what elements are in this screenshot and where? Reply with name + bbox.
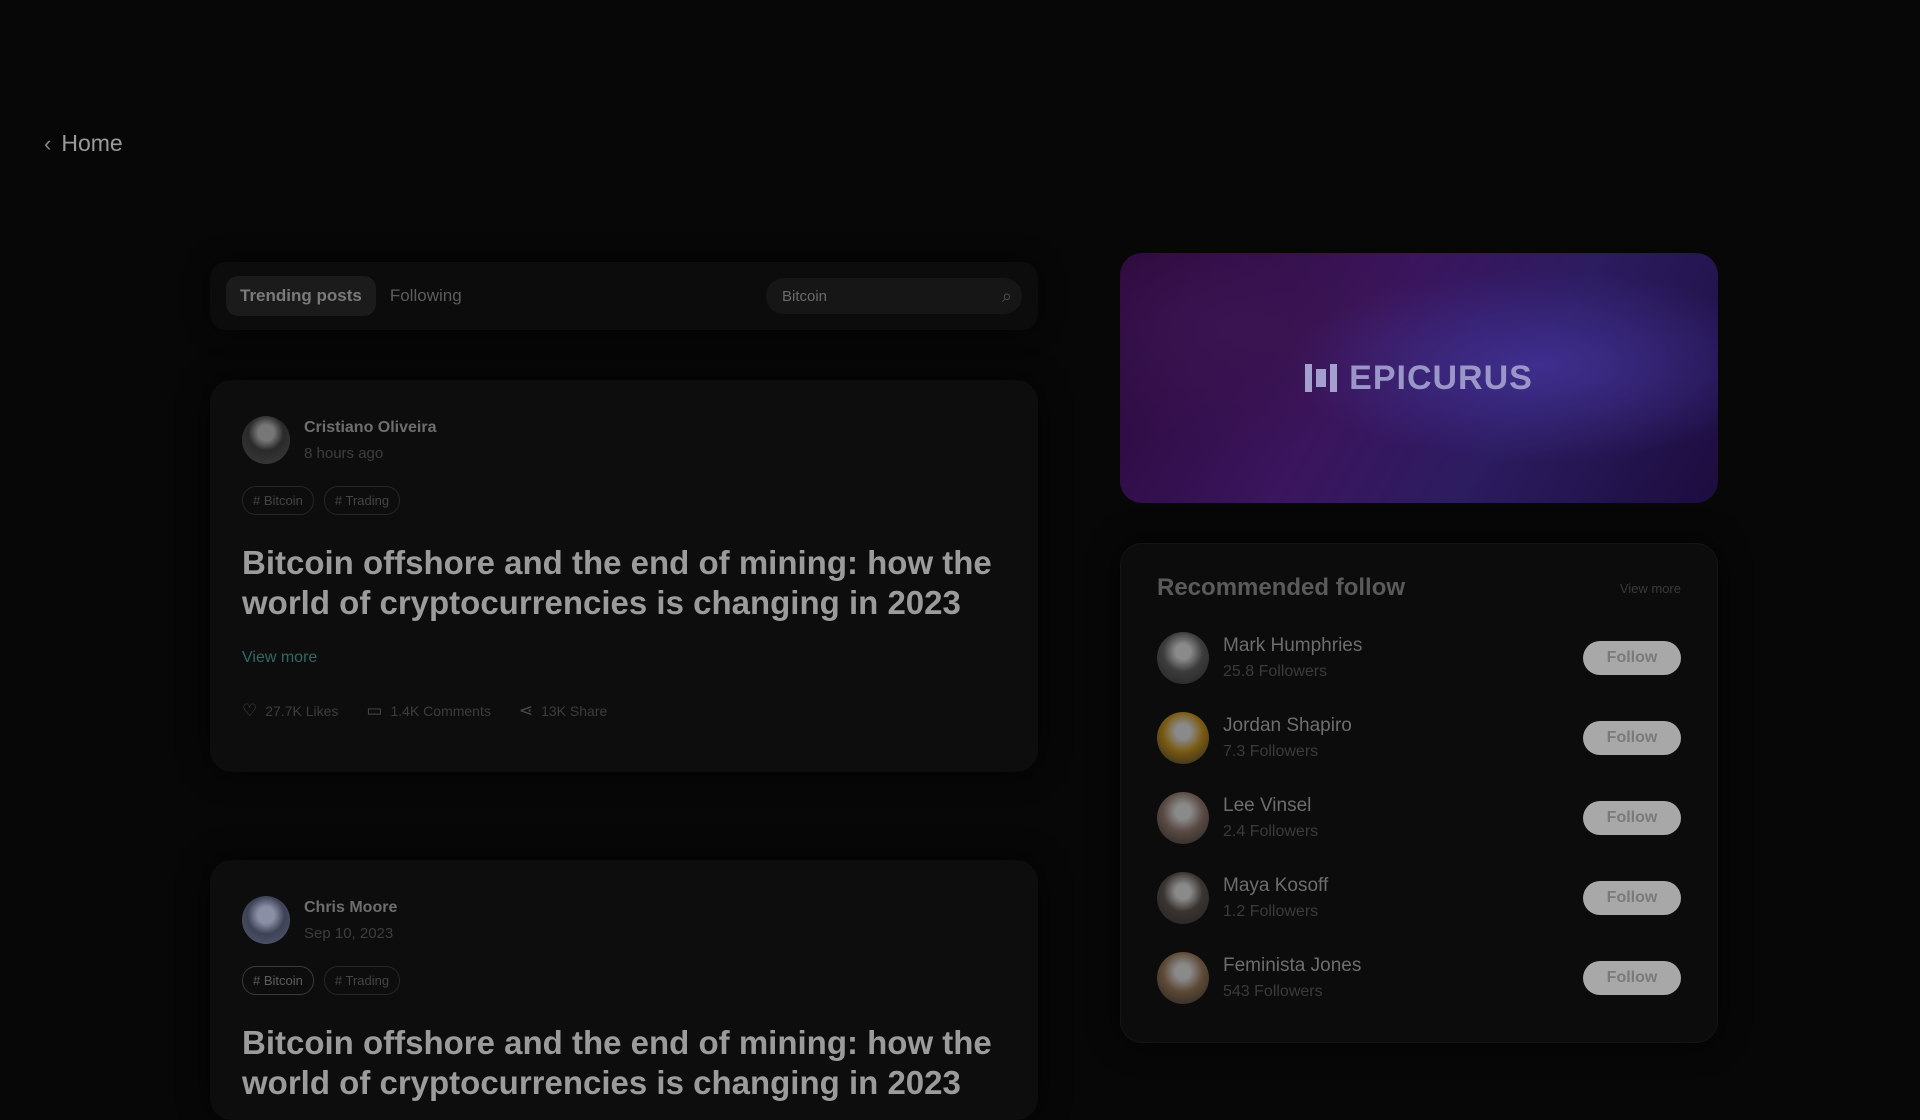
follower-count: 7.3 Followers <box>1223 743 1319 760</box>
tag-bitcoin[interactable]: # Bitcoin <box>242 966 314 995</box>
post-author: Cristiano Oliveira 8 hours ago <box>242 416 1006 464</box>
avatar[interactable] <box>1157 792 1209 844</box>
recommended-follow-panel: Recommended follow View more Mark Humphr… <box>1120 543 1718 1043</box>
person-name[interactable]: Feminista Jones <box>1223 955 1361 977</box>
back-home-link[interactable]: ‹ Home <box>44 130 123 157</box>
tag-list: # Bitcoin # Trading <box>242 486 1006 515</box>
list-item: Lee Vinsel 2.4 Followers Follow <box>1157 792 1681 844</box>
comment-button[interactable]: ▭ 1.4K Comments <box>366 701 490 721</box>
follow-button[interactable]: Follow <box>1583 641 1681 675</box>
author-name[interactable]: Cristiano Oliveira <box>304 419 437 437</box>
likes-count: 27.7K Likes <box>265 703 339 719</box>
avatar[interactable] <box>242 416 290 464</box>
brand-logo: EPICURUS <box>1305 359 1533 398</box>
list-item: Maya Kosoff 1.2 Followers Follow <box>1157 872 1681 924</box>
like-button[interactable]: ♡ 27.7K Likes <box>242 701 338 721</box>
follower-count: 2.4 Followers <box>1223 823 1319 840</box>
post-title[interactable]: Bitcoin offshore and the end of mining: … <box>242 543 1006 623</box>
avatar[interactable] <box>1157 632 1209 684</box>
tag-trading[interactable]: # Trading <box>323 486 401 515</box>
heart-icon: ♡ <box>242 701 258 720</box>
tag-trading[interactable]: # Trading <box>323 966 401 995</box>
list-item: Feminista Jones 543 Followers Follow <box>1157 952 1681 1004</box>
recommended-title: Recommended follow <box>1157 574 1406 601</box>
share-button[interactable]: ⋖ 13K Share <box>519 701 607 721</box>
search-icon[interactable]: ⌕ <box>1002 286 1012 307</box>
search-box[interactable]: ⌕ <box>766 278 1022 314</box>
brand-name: EPICURUS <box>1349 358 1533 397</box>
search-input[interactable] <box>780 286 1002 306</box>
comments-count: 1.4K Comments <box>390 703 491 719</box>
promo-banner[interactable]: EPICURUS <box>1120 253 1718 503</box>
follow-button[interactable]: Follow <box>1583 721 1681 755</box>
avatar[interactable] <box>242 896 290 944</box>
shares-count: 13K Share <box>541 703 608 719</box>
follower-count: 1.2 Followers <box>1223 903 1319 920</box>
person-name[interactable]: Maya Kosoff <box>1223 875 1328 897</box>
view-more-link[interactable]: View more <box>242 649 317 667</box>
post-time: Sep 10, 2023 <box>304 924 394 942</box>
post-author: Chris Moore Sep 10, 2023 <box>242 896 1006 944</box>
post-card: Cristiano Oliveira 8 hours ago # Bitcoin… <box>210 380 1038 772</box>
comment-icon: ▭ <box>366 701 383 720</box>
follower-count: 25.8 Followers <box>1223 663 1328 680</box>
follower-count: 543 Followers <box>1223 983 1323 1000</box>
person-name[interactable]: Lee Vinsel <box>1223 795 1318 817</box>
tab-trending-posts[interactable]: Trending posts <box>226 276 376 316</box>
list-item: Mark Humphries 25.8 Followers Follow <box>1157 632 1681 684</box>
tag-bitcoin[interactable]: # Bitcoin <box>242 486 314 515</box>
person-name[interactable]: Mark Humphries <box>1223 635 1362 657</box>
post-title[interactable]: Bitcoin offshore and the end of mining: … <box>242 1023 1006 1103</box>
avatar[interactable] <box>1157 952 1209 1004</box>
post-card: Chris Moore Sep 10, 2023 # Bitcoin # Tra… <box>210 860 1038 1120</box>
author-name[interactable]: Chris Moore <box>304 899 397 917</box>
avatar[interactable] <box>1157 712 1209 764</box>
chevron-left-icon: ‹ <box>44 130 52 156</box>
tag-list: # Bitcoin # Trading <box>242 966 1006 995</box>
avatar[interactable] <box>1157 872 1209 924</box>
view-all-link[interactable]: View more <box>1620 581 1681 596</box>
feed-tabs-bar: Trending posts Following ⌕ <box>210 262 1038 330</box>
follow-button[interactable]: Follow <box>1583 961 1681 995</box>
list-item: Jordan Shapiro 7.3 Followers Follow <box>1157 712 1681 764</box>
follow-button[interactable]: Follow <box>1583 881 1681 915</box>
brand-mark-icon <box>1305 364 1338 392</box>
back-label: Home <box>61 130 123 156</box>
person-name[interactable]: Jordan Shapiro <box>1223 715 1352 737</box>
follow-button[interactable]: Follow <box>1583 801 1681 835</box>
tab-following[interactable]: Following <box>376 276 476 316</box>
share-icon: ⋖ <box>518 701 534 720</box>
post-time: 8 hours ago <box>304 444 384 462</box>
post-stats: ♡ 27.7K Likes ▭ 1.4K Comments ⋖ 13K Shar… <box>242 701 1006 721</box>
